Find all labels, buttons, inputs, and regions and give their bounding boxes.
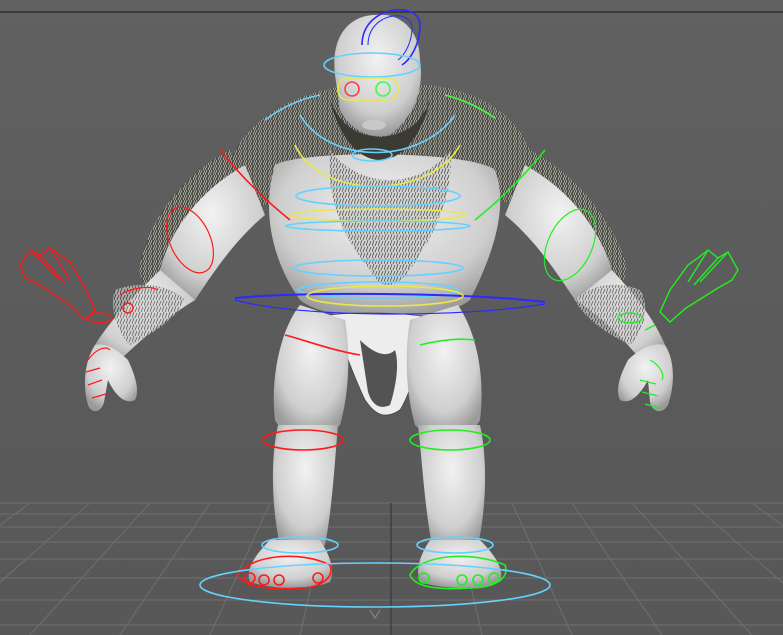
right-thigh: [406, 305, 482, 438]
maya-viewport[interactable]: [0, 0, 783, 635]
left-forearm-fur: [113, 284, 185, 345]
left-thigh: [273, 305, 349, 438]
right-forearm-fur: [575, 284, 646, 345]
left-shin: [272, 425, 338, 553]
ground-grid: [0, 502, 783, 635]
right-hand: [617, 344, 673, 412]
mouth: [362, 120, 386, 130]
world-root-arrow: [369, 609, 381, 619]
right-shin: [418, 425, 486, 553]
viewport-canvas[interactable]: [0, 0, 783, 635]
